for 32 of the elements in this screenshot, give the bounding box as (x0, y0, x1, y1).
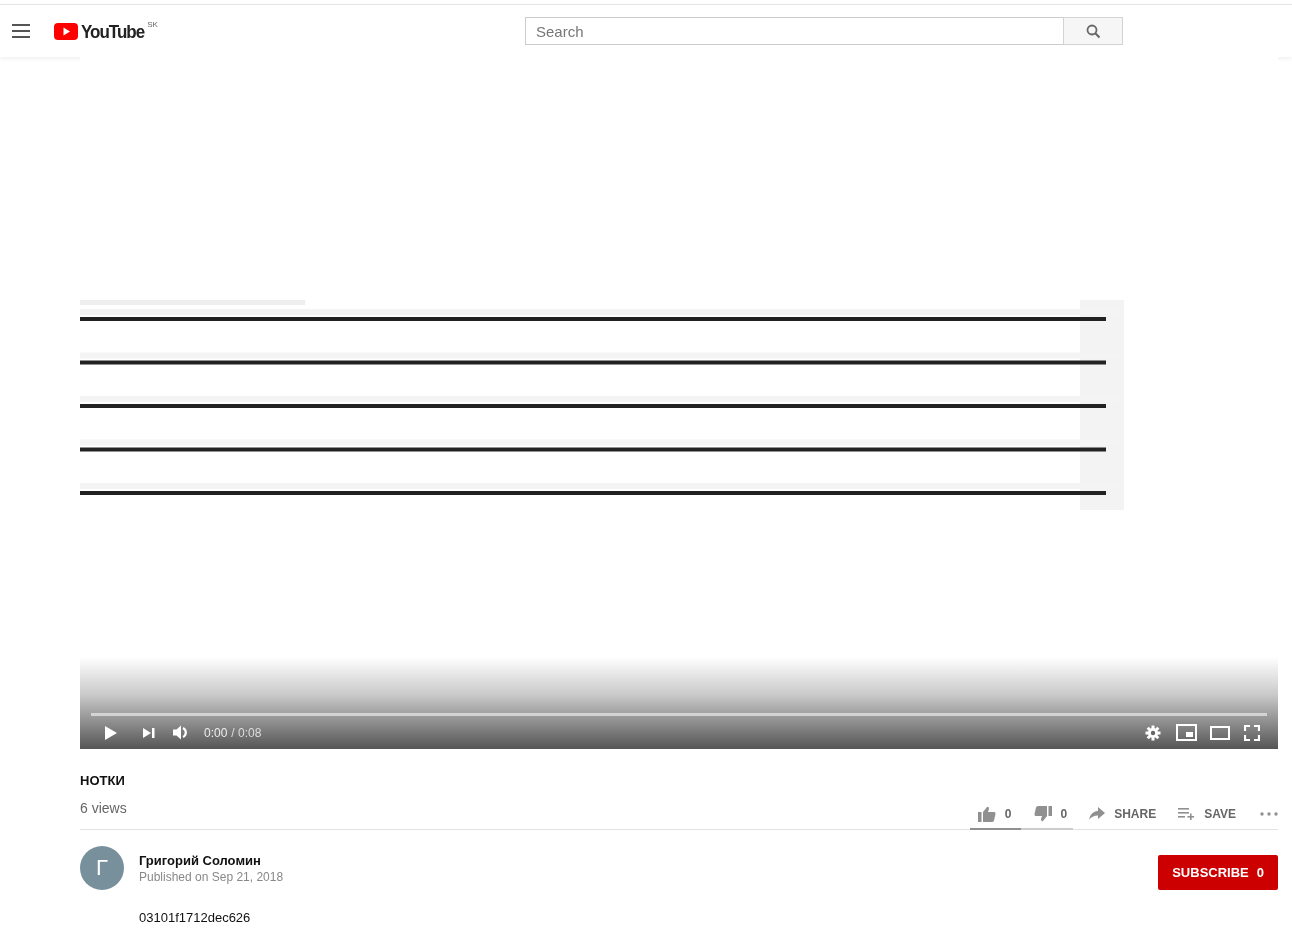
channel-avatar[interactable]: Г (80, 846, 124, 890)
settings-icon[interactable] (1145, 724, 1161, 741)
menu-icon[interactable] (12, 23, 32, 39)
video-title: НОТКИ (80, 773, 125, 788)
publish-date: Published on Sep 21, 2018 (139, 869, 285, 884)
logo-text[interactable]: YouTube (81, 21, 145, 43)
miniplayer-icon[interactable] (1176, 724, 1197, 741)
search-button[interactable] (1063, 17, 1123, 45)
thumbs-up-icon (977, 805, 996, 822)
search-icon (1085, 23, 1101, 39)
current-time: 0:00 (204, 725, 228, 740)
share-arrow-icon (1089, 807, 1106, 820)
play-icon[interactable] (104, 724, 118, 741)
share-button[interactable]: SHARE (1089, 802, 1157, 825)
video-description: 03101f1712dec626 (139, 910, 251, 925)
dislike-button[interactable]: 0 (1033, 802, 1068, 825)
play-logo-icon (54, 23, 78, 40)
like-button[interactable]: 0 (977, 802, 1012, 825)
region-code: SK (147, 20, 158, 29)
duration: / 0:08 (231, 725, 262, 740)
fullscreen-icon[interactable] (1244, 724, 1260, 741)
subscribe-button[interactable]: SUBSCRIBE 0 (1158, 854, 1278, 890)
add-to-playlist-icon (1178, 807, 1196, 820)
more-icon[interactable] (1260, 811, 1278, 816)
next-icon[interactable] (142, 726, 156, 739)
save-button[interactable]: SAVE (1178, 802, 1236, 825)
view-count: 6 views (80, 800, 127, 816)
theater-mode-icon[interactable] (1210, 725, 1230, 740)
thumbs-down-icon (1033, 805, 1052, 822)
volume-icon[interactable] (172, 724, 190, 741)
search-field[interactable]: Search (525, 17, 1063, 45)
channel-name[interactable]: Григорий Соломин (139, 852, 1159, 868)
